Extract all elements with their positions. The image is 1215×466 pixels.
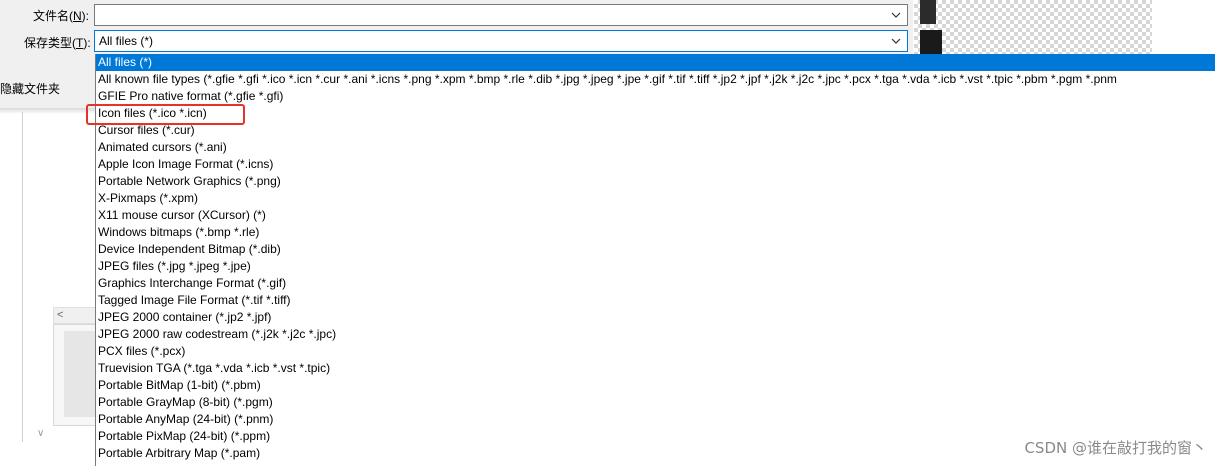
hide-folders-button[interactable]: 隐藏文件夹 bbox=[0, 80, 60, 97]
dropdown-option[interactable]: Portable GrayMap (8-bit) (*.pgm) bbox=[96, 394, 1215, 411]
dropdown-option[interactable]: Apple Icon Image Format (*.icns) bbox=[96, 156, 1215, 173]
dropdown-option[interactable]: All files (*) bbox=[96, 54, 1215, 71]
chevron-down-icon[interactable] bbox=[890, 9, 902, 21]
dropdown-option[interactable]: Animated cursors (*.ani) bbox=[96, 139, 1215, 156]
file-thumbnail[interactable] bbox=[53, 324, 97, 426]
preview-pixels bbox=[920, 0, 936, 24]
dropdown-option[interactable]: Portable BitMap (1-bit) (*.pbm) bbox=[96, 377, 1215, 394]
watermark: CSDN @谁在敲打我的窗丶 bbox=[1024, 439, 1207, 457]
dropdown-option[interactable]: All known file types (*.gfie *.gfi *.ico… bbox=[96, 71, 1215, 88]
filetype-value: All files (*) bbox=[99, 34, 154, 48]
dropdown-option[interactable]: Windows bitmaps (*.bmp *.rle) bbox=[96, 224, 1215, 241]
horizontal-scrollbar[interactable]: < bbox=[53, 307, 96, 324]
dropdown-option[interactable]: JPEG files (*.jpg *.jpeg *.jpe) bbox=[96, 258, 1215, 275]
dropdown-option[interactable]: Portable Network Graphics (*.png) bbox=[96, 173, 1215, 190]
filename-input[interactable] bbox=[94, 4, 908, 26]
dropdown-option[interactable]: JPEG 2000 container (*.jp2 *.jpf) bbox=[96, 309, 1215, 326]
highlight-box bbox=[86, 104, 245, 125]
filetype-dropdown-list[interactable]: All files (*) All known file types (*.gfi… bbox=[95, 54, 1215, 466]
chevron-down-small-icon[interactable]: ∨ bbox=[37, 428, 44, 439]
dropdown-option[interactable]: Cursor files (*.cur) bbox=[96, 122, 1215, 139]
dropdown-option[interactable]: Graphics Interchange Format (*.gif) bbox=[96, 275, 1215, 292]
chevron-left-icon[interactable]: < bbox=[57, 309, 63, 321]
dropdown-option[interactable]: X11 mouse cursor (XCursor) (*) bbox=[96, 207, 1215, 224]
preview-pixels bbox=[920, 30, 942, 54]
dropdown-option[interactable]: Portable AnyMap (24-bit) (*.pnm) bbox=[96, 411, 1215, 428]
dropdown-option[interactable]: X-Pixmaps (*.xpm) bbox=[96, 190, 1215, 207]
dropdown-option[interactable]: Tagged Image File Format (*.tif *.tiff) bbox=[96, 292, 1215, 309]
dropdown-option[interactable]: Device Independent Bitmap (*.dib) bbox=[96, 241, 1215, 258]
dropdown-option[interactable]: PCX files (*.pcx) bbox=[96, 343, 1215, 360]
transparency-preview bbox=[914, 0, 1152, 54]
dropdown-option[interactable]: Truevision TGA (*.tga *.vda *.icb *.vst … bbox=[96, 360, 1215, 377]
dropdown-option[interactable]: GFIE Pro native format (*.gfie *.gfi) bbox=[96, 88, 1215, 105]
chevron-down-icon[interactable] bbox=[890, 35, 902, 47]
filetype-select[interactable]: All files (*) bbox=[94, 30, 908, 52]
dropdown-option[interactable]: JPEG 2000 raw codestream (*.j2k *.j2c *.… bbox=[96, 326, 1215, 343]
folder-panel-divider bbox=[22, 112, 23, 442]
dialog-shadow bbox=[0, 108, 95, 114]
filetype-label: 保存类型(T): bbox=[24, 36, 91, 50]
filename-label: 文件名(N): bbox=[33, 9, 90, 23]
thumbnail-image bbox=[64, 331, 97, 417]
dropdown-option[interactable]: Icon files (*.ico *.icn) bbox=[96, 105, 1215, 122]
